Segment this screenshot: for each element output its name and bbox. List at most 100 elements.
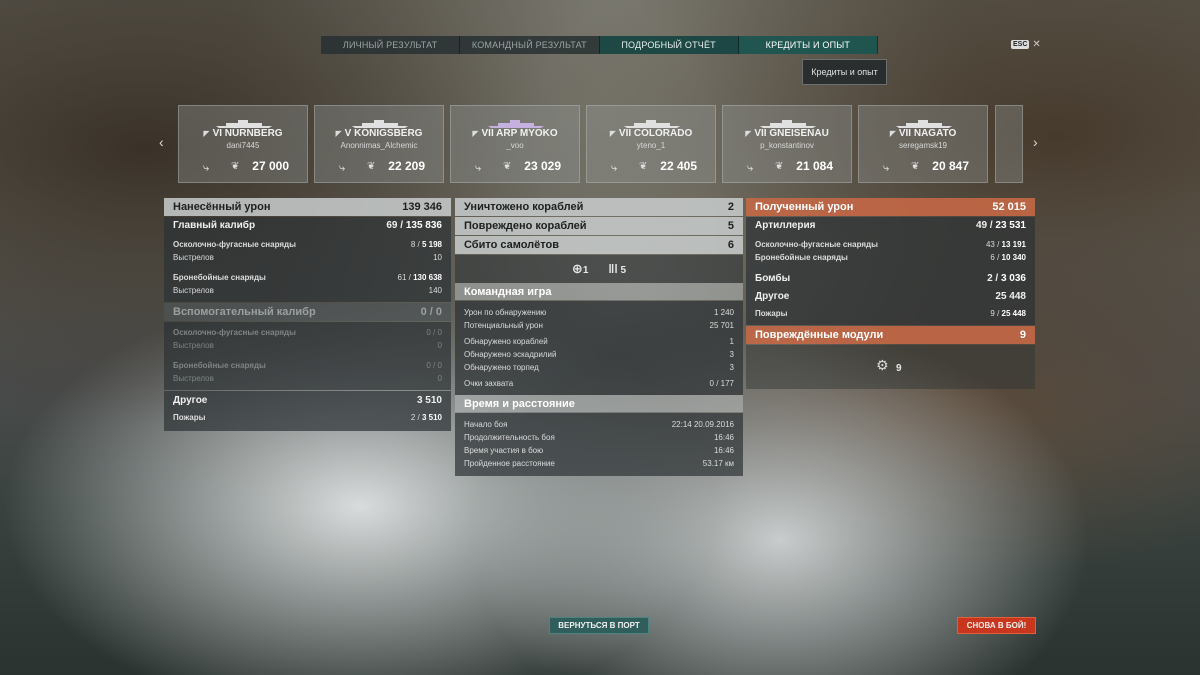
ship-score: 22 405 [660,159,697,173]
spot-ships-row: Обнаружено кораблей 1 [455,335,743,348]
ship-card[interactable]: ◤ V KÖNIGSBERG Anonnimas_Alchemic ⤷ ❦ 22 209 [314,105,444,183]
damaged-ships-row: Повреждено кораблей 5 [455,217,743,235]
ship-card[interactable]: ◤ VII COLORADO yteno_1 ⤷ ❦ 22 405 [586,105,716,183]
planes-icon: ǁǀ [608,262,618,276]
ship-type-icon: ⤷ [339,162,346,174]
esc-key-icon: ESC [1011,40,1030,49]
ship-card[interactable]: ◤ VII GNEISENAU p_konstantinov ⤷ ❦ 21 084 [722,105,852,183]
fires-dealt-label: Пожары [173,412,206,422]
sec-ap-shots-value: 0 [437,374,442,383]
damaged-ships-label: Повреждено кораблей [464,220,587,232]
cap-value: 0 / 177 [709,379,734,388]
ship-name: ◤ VII NAGATO [889,128,957,139]
battle-again-button[interactable]: СНОВА В БОЙ! [957,617,1036,634]
spot-dmg-value: 1 240 [713,308,734,317]
start-label: Начало боя [464,420,508,429]
destroyed-ships-row: Уничтожено кораблей 2 [455,198,743,216]
return-to-port-button[interactable]: ВЕРНУТЬСЯ В ПОРТ [549,617,649,634]
start-value: 22:14 20.09.2016 [671,420,734,429]
player-name: Anonnimas_Alchemic [340,141,418,150]
main-he-row: Осколочно-фугасные снаряды 8 / 5 198 [164,234,451,251]
ship-score: 22 209 [388,159,425,173]
spot-torp-value: 3 [729,363,734,372]
combat-summary-panel: Уничтожено кораблей 2 Повреждено корабле… [455,198,743,476]
damage-dealt-header: Нанесённый урон 139 346 [164,198,451,216]
tab-detailed-report[interactable]: ПОДРОБНЫЙ ОТЧЁТ [599,36,739,54]
damage-dealt-value: 139 346 [402,201,442,213]
distance-label: Пройденное расстояние [464,459,555,468]
other-received-row: Другое 25 448 [746,287,1035,305]
cap-label: Очки захвата [464,379,514,388]
tab-personal-result[interactable]: ЛИЧНЫЙ РЕЗУЛЬТАТ [321,36,461,54]
main-ap-shots-row: Выстрелов 140 [164,284,451,297]
recv-ap-row: Бронебойные снаряды 6 / 10 340 [746,251,1035,264]
player-name: yteno_1 [636,141,666,150]
laurel-icon: ❦ [639,161,648,172]
carousel-left-arrow-icon[interactable]: ‹ [159,134,164,150]
sec-he-shots-label: Выстрелов [173,341,214,350]
other-received-label: Другое [755,290,790,302]
recv-he-label: Осколочно-фугасные снаряды [755,240,878,249]
sec-he-row: Осколочно-фугасные снаряды 0 / 0 [164,322,451,339]
spot-dmg-label: Урон по обнаружению [464,308,547,317]
secondary-label: Вспомогательный калибр [173,306,316,318]
destroyed-ships-label: Уничтожено кораблей [464,201,584,213]
ship-name: ◤ VII COLORADO [609,128,693,139]
spot-dmg-row: Урон по обнаружению 1 240 [455,306,743,319]
fires-received-value: 9 / 25 448 [990,308,1026,318]
pot-dmg-value: 25 701 [709,321,734,330]
ship-silhouette-icon [624,120,680,128]
damaged-ships-value: 5 [727,220,734,232]
laurel-icon: ❦ [231,161,240,172]
main-battery-row: Главный калибр 69 / 135 836 [164,217,451,234]
carousel-right-arrow-icon[interactable]: › [1033,134,1038,150]
nation-flag-icon: ◤ [745,129,752,138]
main-he-shots-value: 10 [433,253,442,262]
main-he-shots-label: Выстрелов [173,253,214,262]
esc-close[interactable]: ESC ✕ [1011,39,1041,50]
laurel-icon: ❦ [367,161,376,172]
damage-received-label: Полученный урон [755,201,854,213]
ship-card-partial[interactable] [995,105,1023,183]
player-name: seregamsk19 [898,141,948,150]
spot-torp-row: Обнаружено торпед 3 [455,361,743,374]
sec-ap-row: Бронебойные снаряды 0 / 0 [164,359,451,372]
ship-type-icon: ⤷ [611,162,618,174]
artillery-row: Артиллерия 49 / 23 531 [746,217,1035,234]
ship-silhouette-icon [896,120,952,128]
sec-ap-shots-row: Выстрелов 0 [164,372,451,385]
participation-label: Время участия в бою [464,446,544,455]
planes-shot-value: 6 [727,239,734,251]
ship-card[interactable]: ◤ VII ARP MYOKO _voo ⤷ ❦ 23 029 [450,105,580,183]
nation-flag-icon: ◤ [203,129,210,138]
damaged-modules-header: Повреждённые модули 9 [746,326,1035,344]
nation-flag-icon: ◤ [889,129,896,138]
secondary-value: 0 / 0 [420,306,442,318]
ship-score: 20 847 [932,159,969,173]
ribbons-row: ⊕1 ǁǀ 5 [455,255,743,283]
duration-row: Продолжительность боя 16:46 [455,431,743,444]
ship-card[interactable]: ◤ VI NÜRNBERG dani7445 ⤷ ❦ 27 000 [178,105,308,183]
other-dealt-label: Другое [173,394,208,406]
recv-ap-value: 6 / 10 340 [990,253,1026,262]
sec-he-shots-row: Выстрелов 0 [164,339,451,352]
ship-type-icon: ⤷ [747,162,754,174]
ship-name: ◤ VII ARP MYOKO [472,128,558,139]
close-icon[interactable]: ✕ [1032,39,1040,50]
tab-team-result[interactable]: КОМАНДНЫЙ РЕЗУЛЬТАТ [460,36,600,54]
ship-type-icon: ⤷ [203,162,210,174]
result-tabs: ЛИЧНЫЙ РЕЗУЛЬТАТ КОМАНДНЫЙ РЕЗУЛЬТАТ ПОД… [321,36,878,54]
ship-card[interactable]: ◤ VII NAGATO seregamsk19 ⤷ ❦ 20 847 [858,105,988,183]
spot-sq-row: Обнаружено эскадрилий 3 [455,348,743,361]
damaged-modules-value: 9 [1019,329,1026,341]
other-received-value: 25 448 [995,290,1026,302]
nation-flag-icon: ◤ [609,129,616,138]
participation-value: 16:46 [713,446,734,455]
planes-shot-label: Сбито самолётов [464,239,560,251]
main-he-shots-row: Выстрелов 10 [164,251,451,264]
player-name: _voo [506,141,524,150]
fires-received-row: Пожары 9 / 25 448 [746,305,1035,321]
damaged-modules-label: Повреждённые модули [755,329,884,341]
ship-type-icon: ⤷ [475,162,482,174]
tab-credits-xp[interactable]: КРЕДИТЫ И ОПЫТ [738,36,878,54]
